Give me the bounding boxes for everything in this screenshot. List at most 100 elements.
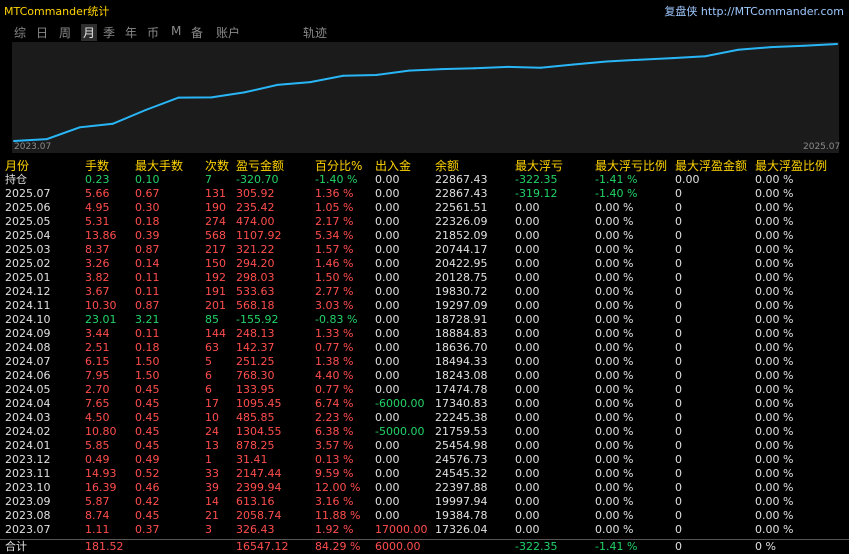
header-pnl[interactable]: 盈亏金额 (236, 158, 284, 174)
table-row[interactable]: 2024.04 7.65 0.45 17 1095.45 6.74 % -6000.00 17… (0, 397, 849, 411)
table-row[interactable]: 2023.10 16.39 0.46 39 2399.94 12.00 % 0.00 2239… (0, 481, 849, 495)
cell-max-lots: 0.42 (135, 495, 160, 508)
table-row[interactable]: 2023.07 1.11 0.37 3 326.43 1.92 % 17000.00 1732… (0, 523, 849, 537)
cell-month: 2025.04 (5, 229, 51, 242)
table-row[interactable]: 2025.06 4.95 0.30 190 235.42 1.05 % 0.00 22561.… (0, 201, 849, 215)
table-row[interactable]: 2023.11 14.93 0.52 33 2147.44 9.59 % 0.00 24545… (0, 467, 849, 481)
tab-9[interactable]: 账户 (216, 24, 240, 41)
cell-count: 191 (205, 285, 226, 298)
cell-max-float-loss: 0.00 (515, 411, 540, 424)
cell-count: 6 (205, 369, 212, 382)
table-row[interactable]: 2024.07 6.15 1.50 5 251.25 1.38 % 0.00 18494.33… (0, 355, 849, 369)
cell-pct: 3.57 % (315, 439, 354, 452)
cell-max-float-loss: 0.00 (515, 355, 540, 368)
cell-max-float-profit: 0 (675, 411, 682, 424)
cell-max-float-profit-pct: 0.00 % (755, 355, 794, 368)
cell-max-lots: 0.46 (135, 481, 160, 494)
tab-8[interactable]: 备 (191, 24, 203, 41)
tab-7[interactable]: M (171, 24, 181, 38)
tab-6[interactable]: 币 (147, 24, 159, 41)
cell-lots: 10.80 (85, 425, 117, 438)
cell-deposit: 0.00 (375, 481, 400, 494)
balance-point (572, 63, 575, 66)
cell-max-float-profit-pct: 0.00 % (755, 369, 794, 382)
cell-deposit: 0.00 (375, 201, 400, 214)
cell-pct: 0.77 % (315, 383, 354, 396)
cell-max-float-loss-pct: 0.00 % (595, 411, 634, 424)
table-row[interactable]: 2024.03 4.50 0.45 10 485.85 2.23 % 0.00 22245.3… (0, 411, 849, 425)
cell-max-float-loss: 0.00 (515, 481, 540, 494)
header-deposit[interactable]: 出入金 (375, 158, 411, 174)
cell-max-lots: 0.18 (135, 215, 160, 228)
table-row[interactable]: 2024.06 7.95 1.50 6 768.30 4.40 % 0.00 18243.08… (0, 369, 849, 383)
table-row[interactable]: 2023.09 5.87 0.42 14 613.16 3.16 % 0.00 19997.9… (0, 495, 849, 509)
open-positions-row[interactable]: 持仓 0.23 0.10 7 -320.70 -1.40 % 0.00 22867.43 -32… (0, 173, 849, 187)
tab-4[interactable]: 季 (103, 24, 115, 41)
tab-3[interactable]: 月 (81, 24, 98, 41)
cell-month: 2023.09 (5, 495, 51, 508)
table-row[interactable]: 2024.05 2.70 0.45 6 133.95 0.77 % 0.00 17474.78… (0, 383, 849, 397)
table-row[interactable]: 2025.03 8.37 0.87 217 321.22 1.57 % 0.00 20744.… (0, 243, 849, 257)
table-row[interactable]: 2024.02 10.80 0.45 24 1304.55 6.38 % -5000.00 2… (0, 425, 849, 439)
cell-max-float-loss-pct: 0.00 % (595, 341, 634, 354)
cell-max-float-loss: 0.00 (515, 369, 540, 382)
cell-pnl: 2147.44 (236, 467, 282, 480)
tab-2[interactable]: 周 (59, 24, 71, 41)
table-row[interactable]: 2025.01 3.82 0.11 192 298.03 1.50 % 0.00 20128.… (0, 271, 849, 285)
cell-pnl: 305.92 (236, 187, 275, 200)
table-row[interactable]: 2025.07 5.66 0.67 131 305.92 1.36 % 0.00 22867.… (0, 187, 849, 201)
table-row[interactable]: 2024.09 3.44 0.11 144 248.13 1.33 % 0.00 18884.… (0, 327, 849, 341)
table-row[interactable]: 2025.04 13.86 0.39 568 1107.92 5.34 % 0.00 2185… (0, 229, 849, 243)
cell-max-float-loss: 0.00 (515, 425, 540, 438)
cell-max-float-loss: 0.00 (515, 453, 540, 466)
cell-month: 2025.01 (5, 271, 51, 284)
header-lots[interactable]: 手数 (85, 158, 109, 174)
cell-balance: 20744.17 (435, 243, 488, 256)
table-row[interactable]: 2023.08 8.74 0.45 21 2058.74 11.88 % 0.00 19384… (0, 509, 849, 523)
table-row[interactable]: 2024.10 23.01 3.21 85 -155.92 -0.83 % 0.00 1872… (0, 313, 849, 327)
cell-pnl: 251.25 (236, 355, 275, 368)
balance-point (506, 65, 509, 68)
cell-count: 201 (205, 299, 226, 312)
cell-max-float-profit-pct: 0.00 % (755, 187, 794, 200)
cell-lots: 1.11 (85, 523, 110, 536)
cell-deposit: 0.00 (375, 173, 400, 186)
header-month[interactable]: 月份 (5, 158, 29, 174)
header-max-lots[interactable]: 最大手数 (135, 158, 183, 174)
cell-balance: 17326.04 (435, 523, 488, 536)
tab-5[interactable]: 年 (125, 24, 137, 41)
table-row[interactable]: 2025.02 3.26 0.14 150 294.20 1.46 % 0.00 20422.… (0, 257, 849, 271)
header-max-float-profit[interactable]: 最大浮盈金额 (675, 158, 747, 174)
cell-lots: 0.49 (85, 453, 110, 466)
tab-0[interactable]: 综 (14, 24, 26, 41)
cell-max-lots: 1.50 (135, 369, 160, 382)
header-pct[interactable]: 百分比% (315, 158, 362, 174)
tab-1[interactable]: 日 (36, 24, 48, 41)
table-row[interactable]: 2024.01 5.85 0.45 13 878.25 3.57 % 0.00 25454.9… (0, 439, 849, 453)
cell-lots: 3.82 (85, 271, 110, 284)
header-balance[interactable]: 余额 (435, 158, 459, 174)
header-count[interactable]: 次数 (205, 158, 229, 174)
site-link[interactable]: 复盘侠 http://MTCommander.com (664, 3, 844, 19)
balance-point (704, 55, 707, 58)
cell-max-lots: 0.52 (135, 467, 160, 480)
cell-max-float-loss-pct: 0.00 % (595, 481, 634, 494)
cell-max-float-profit: 0 (675, 215, 682, 228)
table-row[interactable]: 2025.05 5.31 0.18 274 474.00 2.17 % 0.00 22326.… (0, 215, 849, 229)
tab-10[interactable]: 轨迹 (303, 24, 327, 41)
header-max-float-profit-pct[interactable]: 最大浮盈比例 (755, 158, 827, 174)
header-max-float-loss-pct[interactable]: 最大浮亏比例 (595, 158, 667, 174)
cell-pnl: 1095.45 (236, 397, 282, 410)
table-row[interactable]: 2023.12 0.49 0.49 1 31.41 0.13 % 0.00 24576.73 0… (0, 453, 849, 467)
cell-max-float-loss: 0.00 (515, 299, 540, 312)
cell-max-float-profit-pct: 0.00 % (755, 495, 794, 508)
cell-month: 2024.01 (5, 439, 51, 452)
header-max-float-loss[interactable]: 最大浮亏 (515, 158, 563, 174)
site-url: http://MTCommander.com (700, 5, 844, 18)
cell-month: 2024.05 (5, 383, 51, 396)
table-row[interactable]: 2024.08 2.51 0.18 63 142.37 0.77 % 0.00 18636.7… (0, 341, 849, 355)
table-row[interactable]: 2024.12 3.67 0.11 191 533.63 2.77 % 0.00 19830.… (0, 285, 849, 299)
balance-chart-svg (13, 43, 838, 142)
cell-max-lots: 0.45 (135, 397, 160, 410)
table-row[interactable]: 2024.11 10.30 0.87 201 568.18 3.03 % 0.00 19297… (0, 299, 849, 313)
